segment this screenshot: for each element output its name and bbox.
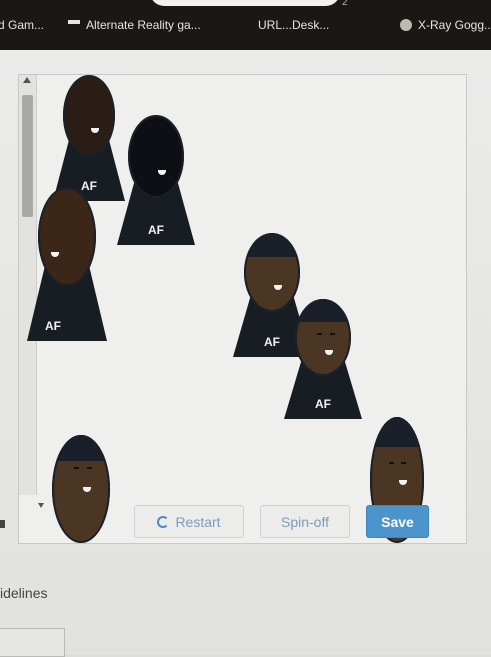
bottom-input-box[interactable] [0,628,65,657]
avatar-hair [243,233,301,257]
avatar-hair [52,435,110,461]
scroll-up-arrow-icon[interactable] [23,77,31,83]
avatar-eye [86,467,92,470]
avatar-eye [401,462,407,465]
bookmark-games[interactable]: d Gam... [0,18,44,32]
avatar-mouth [50,252,59,258]
avatar-mouth [325,349,334,355]
avatar-eye [329,332,335,335]
avatar-hair [369,417,425,448]
side-marker [0,520,5,528]
avatar-mouth [83,486,92,492]
save-button[interactable]: Save [366,505,429,538]
bookmark-label: d Gam... [0,18,45,32]
save-label: Save [381,513,414,530]
avatar-mouth [91,128,100,134]
avatar-figure[interactable] [41,435,121,543]
restart-button[interactable]: Restart [134,505,244,538]
bookmarks-bar: 2 d Gam... Alternate Reality ga... URL..… [0,0,491,50]
spinoff-label: Spin-off [281,513,329,530]
avatar-head [127,115,185,199]
avatar-mouth [158,169,167,175]
avatar-tag: AF [148,223,164,237]
bookmark-alternate-reality[interactable]: Alternate Reality ga... [68,18,201,32]
bookmark-label: Alternate Reality ga... [86,18,201,32]
avatar-figure[interactable]: AF [284,299,362,419]
avatar-canvas[interactable]: AF AF AF AF AF [18,74,467,544]
avatar-figure[interactable]: AF [27,187,107,341]
restart-label: Restart [175,513,221,530]
bookmark-label: URL...Desk... [258,18,330,32]
avatar-eye [317,332,323,335]
avatar-mouth [399,480,408,485]
bookmark-xray-goggles[interactable]: X-Ray Gogg... [400,18,491,32]
spinoff-button[interactable]: Spin-off [260,505,350,538]
globe-icon [400,19,412,31]
restart-icon [157,515,170,528]
avatar-eye [74,467,80,470]
avatar-head [294,299,352,376]
avatar-figure[interactable]: AF [117,115,195,245]
avatar-head [52,435,110,543]
guidelines-heading: idelines [0,585,48,601]
page-content: AF AF AF AF AF [0,50,491,655]
bookmark-url-desk[interactable]: URL...Desk... [258,18,329,32]
avatar-head [38,187,96,286]
tab-strip-edge [150,0,340,6]
avatar-mouth [274,285,283,291]
grid-icon [68,20,80,30]
avatar-eye [389,462,395,465]
avatar-tag: AF [45,319,61,333]
avatar-head [63,75,115,156]
avatar-tag: AF [315,397,331,411]
avatar-figure[interactable]: AF [53,75,125,201]
bookmark-label: X-Ray Gogg... [418,18,491,32]
tab-counter: 2 [342,0,348,8]
avatar-hair [294,299,352,323]
